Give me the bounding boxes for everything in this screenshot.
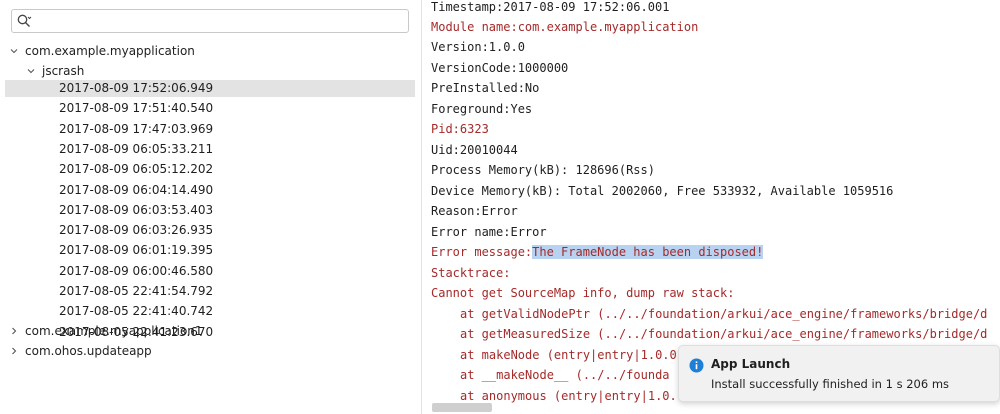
crash-entry[interactable]: 2017-08-05 22:41:40.742 (59, 301, 213, 321)
log-error-name: Error name:Error (431, 225, 547, 239)
log-module-name: Module name:com.example.myapplication (431, 20, 699, 34)
search-icon (17, 14, 32, 27)
app-launch-notification[interactable]: App Launch Install successfully finished… (678, 345, 1000, 402)
tree-node-label: com.ohos.updateapp (25, 344, 152, 358)
log-pid: Pid:6323 (431, 122, 489, 136)
log-error-message-label: Error message: (431, 245, 533, 259)
log-process-memory: Process Memory(kB): 128696(Rss) (431, 163, 655, 177)
info-icon (689, 358, 704, 373)
chevron-right-icon[interactable] (10, 327, 18, 335)
crash-entry[interactable]: 2017-08-09 06:00:46.580 (59, 261, 213, 281)
notification-title: App Launch (711, 357, 791, 371)
log-foreground: Foreground:Yes (431, 102, 533, 116)
crash-entry[interactable]: 2017-08-09 06:04:14.490 (59, 180, 213, 200)
crash-entry[interactable]: 2017-08-09 06:03:53.403 (59, 200, 213, 220)
log-preinstalled: PreInstalled:No (431, 81, 540, 95)
search-input[interactable] (36, 12, 400, 30)
log-device-memory: Device Memory(kB): Total 2002060, Free 5… (431, 184, 894, 198)
chevron-down-icon[interactable] (10, 47, 18, 55)
search-box[interactable] (11, 9, 409, 33)
crash-entry[interactable]: 2017-08-09 17:51:40.540 (59, 98, 213, 118)
chevron-down-icon[interactable] (27, 67, 35, 75)
log-error-message: Error message:The FrameNode has been dis… (431, 242, 764, 262)
stack-frame: at anonymous (entry|entry|1.0. (460, 389, 677, 403)
log-timestamp: Timestamp:2017-08-09 17:52:06.001 (431, 0, 670, 14)
crash-entry[interactable]: 2017-08-09 06:05:33.211 (59, 139, 213, 159)
horizontal-scrollbar-thumb[interactable] (432, 403, 492, 412)
crash-entry[interactable]: 2017-08-09 17:47:03.969 (59, 119, 213, 139)
tree-node-label: com.example.myapplication (25, 44, 195, 58)
log-stacktrace: Stacktrace: (431, 266, 511, 280)
crash-tree-panel: com.example.myapplication jscrash 2017-0… (0, 0, 422, 414)
notification-message: Install successfully finished in 1 s 206… (711, 377, 950, 391)
crash-entry[interactable]: 2017-08-05 22:41:54.792 (59, 281, 213, 301)
crash-entry[interactable]: 2017-08-09 06:05:12.202 (59, 159, 213, 179)
stack-frame: at getMeasuredSize (../../foundation/ark… (460, 327, 988, 341)
crash-entry[interactable]: 2017-08-09 06:01:19.395 (59, 240, 213, 260)
stack-frame: at getValidNodePtr (../../foundation/ark… (460, 307, 988, 321)
log-version: Version:1.0.0 (431, 40, 525, 54)
stack-frame: at makeNode (entry|entry|1.0.0 (460, 348, 677, 362)
log-uid: Uid:20010044 (431, 143, 518, 157)
stack-frame: at __makeNode__ (../../founda (460, 368, 670, 382)
log-sourcemap-notice: Cannot get SourceMap info, dump raw stac… (431, 286, 735, 300)
chevron-right-icon[interactable] (10, 347, 18, 355)
log-error-message-selection[interactable]: The FrameNode has been disposed! (532, 245, 764, 259)
crash-entry-selected[interactable]: 2017-08-09 17:52:06.949 (59, 78, 213, 98)
tree-node-label: com.example.myapplication1 (25, 324, 203, 338)
log-version-code: VersionCode:1000000 (431, 61, 569, 75)
crash-entry[interactable]: 2017-08-09 06:03:26.935 (59, 220, 213, 240)
log-reason: Reason:Error (431, 204, 518, 218)
